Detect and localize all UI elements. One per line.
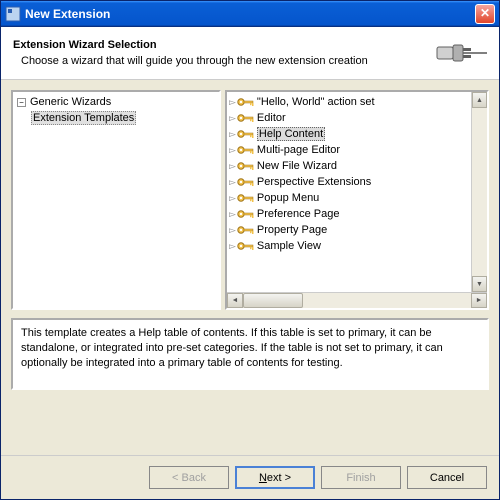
title-bar[interactable]: New Extension ✕ [1,1,499,27]
list-item[interactable]: ▻ Sample View [229,238,485,254]
list-item[interactable]: ▻ Help Content [229,126,485,142]
scroll-up-button[interactable]: ▲ [472,92,487,108]
list-item-label: Property Page [257,224,327,236]
panels: −Generic WizardsExtension Templates ▻"He… [11,90,489,310]
back-button: < Back [149,466,229,489]
item-arrow-icon: ▻ [229,241,236,252]
tree-item[interactable]: Extension Templates [15,110,217,126]
close-button[interactable]: ✕ [475,4,495,24]
list-item-label: Sample View [257,240,321,252]
horizontal-scrollbar[interactable]: ◄ ► [227,292,487,308]
window-title: New Extension [25,7,475,21]
scroll-down-button[interactable]: ▼ [472,276,487,292]
banner-heading: Extension Wizard Selection [13,39,427,51]
list-item-label: Perspective Extensions [257,176,371,188]
cancel-button[interactable]: Cancel [407,466,487,489]
scroll-right-button[interactable]: ► [471,293,487,308]
next-button[interactable]: Next > [235,466,315,489]
list-item[interactable]: ▻ Editor [229,110,485,126]
category-tree[interactable]: −Generic WizardsExtension Templates [11,90,221,310]
item-arrow-icon: ▻ [229,225,236,236]
tree-item-label: Extension Templates [31,111,136,125]
list-item[interactable]: ▻ Multi-page Editor [229,142,485,158]
dialog-window: New Extension ✕ Extension Wizard Selecti… [0,0,500,500]
list-item-label: Help Content [257,127,325,141]
list-item-label: "Hello, World" action set [257,96,375,108]
app-icon [5,6,21,22]
tree-expander-icon[interactable]: − [17,98,26,107]
item-arrow-icon: ▻ [229,161,236,172]
list-item-label: Preference Page [257,208,340,220]
scroll-v-track[interactable] [472,108,487,276]
item-arrow-icon: ▻ [229,209,236,220]
button-bar: < Back Next > Finish Cancel [1,455,499,499]
scroll-h-thumb[interactable] [243,293,303,308]
list-item[interactable]: ▻ Preference Page [229,206,485,222]
finish-button: Finish [321,466,401,489]
item-arrow-icon: ▻ [229,97,236,108]
item-arrow-icon: ▻ [229,145,236,156]
list-item[interactable]: ▻ Property Page [229,222,485,238]
item-arrow-icon: ▻ [229,193,236,204]
banner-subtext: Choose a wizard that will guide you thro… [21,55,427,67]
scroll-left-button[interactable]: ◄ [227,293,243,308]
list-item-label: Popup Menu [257,192,319,204]
tree-item[interactable]: −Generic Wizards [15,94,217,110]
list-item-label: Editor [257,112,286,124]
vertical-scrollbar[interactable]: ▲ ▼ [471,92,487,292]
description-box: This template creates a Help table of co… [11,318,489,390]
tree-item-label: Generic Wizards [30,96,111,108]
scroll-h-track[interactable] [243,293,471,308]
item-arrow-icon: ▻ [229,177,236,188]
banner-text: Extension Wizard Selection Choose a wiza… [13,39,427,67]
list-item-label: New File Wizard [257,160,337,172]
banner: Extension Wizard Selection Choose a wiza… [1,27,499,80]
list-item[interactable]: ▻ Perspective Extensions [229,174,485,190]
plug-icon [427,35,487,71]
content-area: −Generic WizardsExtension Templates ▻"He… [1,80,499,455]
item-arrow-icon: ▻ [229,113,236,124]
list-item[interactable]: ▻ Popup Menu [229,190,485,206]
list-item[interactable]: ▻ "Hello, World" action set [229,94,485,110]
list-item[interactable]: ▻ New File Wizard [229,158,485,174]
item-arrow-icon: ▻ [229,129,236,140]
list-item-label: Multi-page Editor [257,144,340,156]
template-list[interactable]: ▻ "Hello, World" action set ▻ Editor ▻ Help C… [225,90,489,310]
